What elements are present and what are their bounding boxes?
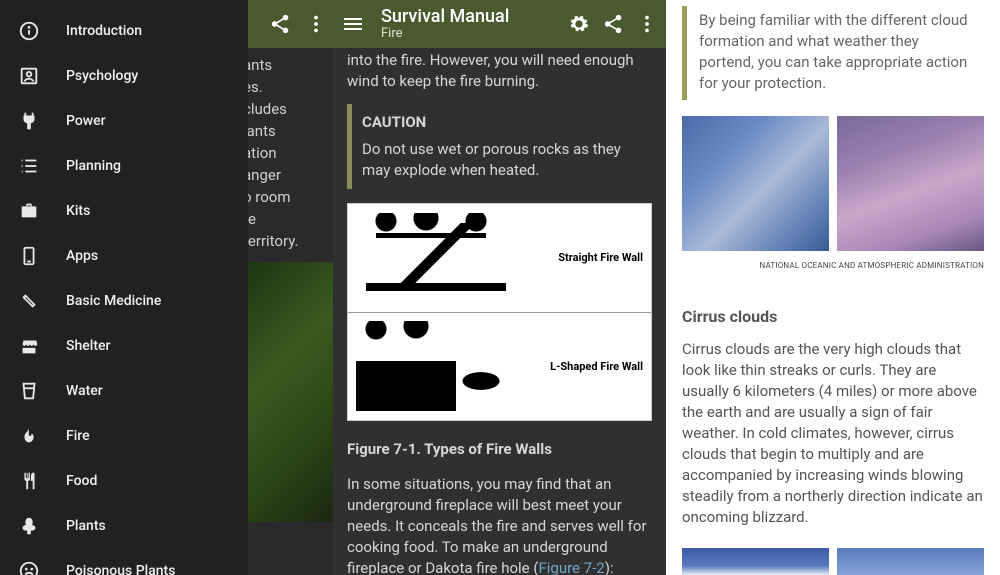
- bandage-icon: [18, 290, 40, 312]
- drawer-item-medicine[interactable]: Basic Medicine: [0, 278, 248, 323]
- cup-icon: [18, 380, 40, 402]
- app-title: Survival Manual: [381, 7, 556, 27]
- image-credit: NATIONAL OCEANIC AND ATMOSPHERIC ADMINIS…: [682, 255, 984, 276]
- caution-body: Do not use wet or porous rocks as they m…: [362, 139, 642, 181]
- caution-block: CAUTION Do not use wet or porous rocks a…: [347, 104, 652, 189]
- figure-row: Straight Fire Wall: [348, 204, 651, 313]
- drawer-label: Water: [66, 383, 103, 399]
- navigation-drawer: Introduction Psychology Power Planning K…: [0, 0, 248, 575]
- drawer-label: Introduction: [66, 23, 142, 39]
- store-icon: [18, 335, 40, 357]
- menu-icon[interactable]: [341, 12, 365, 36]
- drawer-label: Kits: [66, 203, 90, 219]
- phone-icon: [18, 245, 40, 267]
- drawer-item-shelter[interactable]: Shelter: [0, 323, 248, 368]
- drawer-item-fire[interactable]: Fire: [0, 413, 248, 458]
- plant-icon: [18, 515, 40, 537]
- app-toolbar: Survival Manual Fire: [333, 0, 666, 48]
- drawer-item-apps[interactable]: Apps: [0, 233, 248, 278]
- body-text: into the fire. However, you will need en…: [347, 50, 652, 92]
- drawer-label: Psychology: [66, 68, 138, 84]
- figure-label: L-Shaped Fire Wall: [533, 356, 643, 377]
- article-content: By being familiar with the different clo…: [666, 0, 1000, 575]
- fire-icon: [18, 425, 40, 447]
- figure-caption: Figure 7-1. Types of Fire Walls: [347, 439, 652, 460]
- drawer-item-planning[interactable]: Planning: [0, 143, 248, 188]
- cloud-image: [682, 548, 829, 575]
- drawer-item-psychology[interactable]: Psychology: [0, 53, 248, 98]
- drawer-label: Power: [66, 113, 106, 129]
- drawer-label: Shelter: [66, 338, 110, 354]
- quote-block: By being familiar with the different clo…: [682, 6, 984, 100]
- more-icon[interactable]: [636, 13, 658, 35]
- drawer-item-food[interactable]: Food: [0, 458, 248, 503]
- image-row: [682, 116, 984, 251]
- app-subtitle: Fire: [381, 27, 556, 41]
- image-row: [682, 548, 984, 575]
- toolbar-partial: [243, 0, 333, 48]
- food-icon: [18, 470, 40, 492]
- figure-row: L-Shaped Fire Wall: [348, 313, 651, 421]
- content-behind-drawer: ants es. cludes lants ation anger o room…: [243, 0, 333, 575]
- info-icon: [18, 20, 40, 42]
- cloud-image: [682, 116, 829, 251]
- quote-text: By being familiar with the different clo…: [699, 11, 968, 92]
- list-icon: [18, 155, 40, 177]
- plant-image-partial: [243, 262, 333, 522]
- body-text: In some situations, you may find that an…: [347, 474, 652, 575]
- drawer-item-power[interactable]: Power: [0, 98, 248, 143]
- drawer-label: Basic Medicine: [66, 293, 161, 309]
- screenshot-fire-chapter: Survival Manual Fire into the fire. Howe…: [333, 0, 666, 575]
- plug-icon: [18, 110, 40, 132]
- cloud-image: [837, 548, 984, 575]
- account-box-icon: [18, 65, 40, 87]
- drawer-label: Poisonous Plants: [66, 563, 175, 575]
- drawer-item-water[interactable]: Water: [0, 368, 248, 413]
- drawer-label: Plants: [66, 518, 106, 534]
- cloud-image: [837, 116, 984, 251]
- screenshot-drawer-open: ants es. cludes lants ation anger o room…: [0, 0, 333, 575]
- drawer-item-kits[interactable]: Kits: [0, 188, 248, 233]
- caution-title: CAUTION: [362, 112, 642, 133]
- partial-text: ants es. cludes lants ation anger o room…: [243, 48, 333, 252]
- body-text: Cirrus clouds are the very high clouds t…: [682, 339, 984, 528]
- more-icon[interactable]: [305, 13, 327, 35]
- sketch-straight-wall: [356, 213, 516, 303]
- drawer-item-introduction[interactable]: Introduction: [0, 8, 248, 53]
- section-heading: Cirrus clouds: [682, 306, 984, 327]
- figure-fire-walls: Straight Fire Wall L-Shaped Fire Wall: [347, 203, 652, 421]
- drawer-item-plants[interactable]: Plants: [0, 503, 248, 548]
- drawer-label: Fire: [66, 428, 90, 444]
- screenshot-clouds-chapter: By being familiar with the different clo…: [666, 0, 1000, 575]
- share-icon[interactable]: [602, 13, 624, 35]
- toolbar-titles: Survival Manual Fire: [381, 7, 556, 41]
- briefcase-icon: [18, 200, 40, 222]
- figure-link[interactable]: Figure 7-2: [538, 559, 604, 575]
- sketch-l-shaped-wall: [356, 321, 516, 411]
- gear-icon[interactable]: [568, 13, 590, 35]
- drawer-label: Food: [66, 473, 97, 489]
- drawer-item-poisonous-plants[interactable]: Poisonous Plants: [0, 548, 248, 575]
- drawer-label: Apps: [66, 248, 98, 264]
- article-content: into the fire. However, you will need en…: [333, 48, 666, 575]
- share-icon[interactable]: [269, 13, 291, 35]
- figure-label: Straight Fire Wall: [533, 247, 643, 268]
- sad-icon: [18, 560, 40, 575]
- drawer-label: Planning: [66, 158, 121, 174]
